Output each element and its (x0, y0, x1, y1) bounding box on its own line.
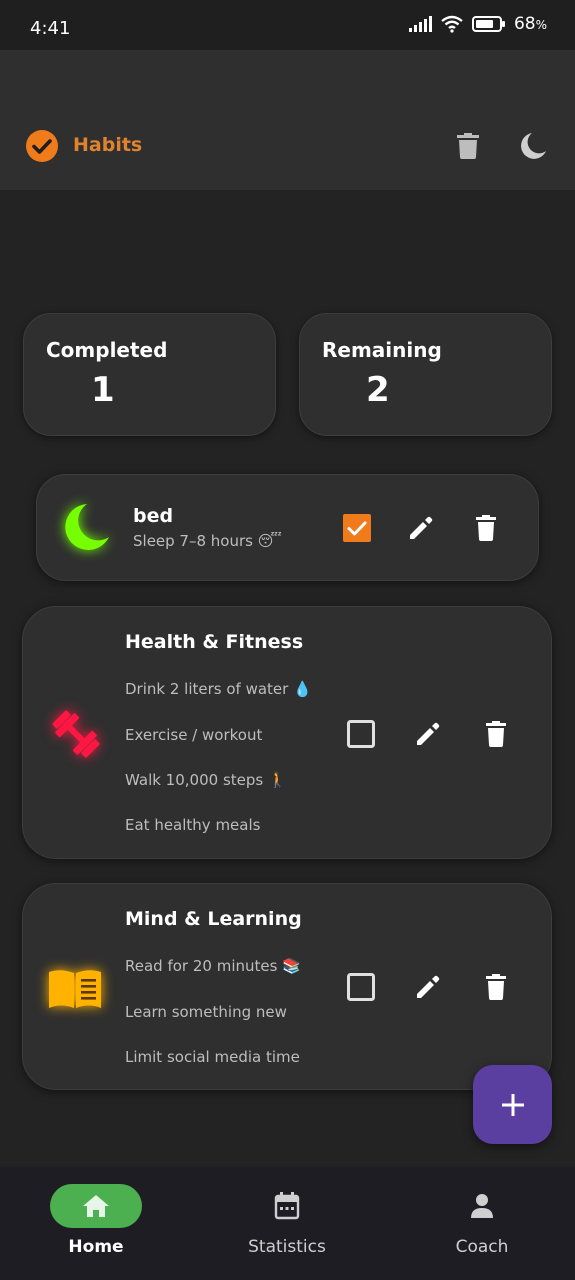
app-title: Habits (73, 134, 143, 156)
theme-toggle-button[interactable] (513, 126, 553, 166)
habit-checkbox[interactable] (339, 965, 383, 1009)
moon-icon (521, 133, 546, 159)
nav-coach-label: Coach (455, 1237, 509, 1257)
pencil-icon (417, 975, 440, 998)
habit-item: Learn something new (125, 1003, 287, 1021)
battery-icon (471, 16, 505, 32)
habit-item: Walk 10,000 steps 🚶 (125, 771, 287, 789)
dumbbell-icon (52, 710, 100, 758)
status-icons: 68% (408, 14, 547, 34)
habit-title: Health & Fitness (125, 631, 304, 653)
trash-icon (486, 974, 506, 1000)
delete-button[interactable] (464, 506, 508, 550)
checkbox-unchecked-icon (347, 720, 375, 748)
delete-all-button[interactable] (448, 126, 488, 166)
add-habit-button[interactable] (473, 1065, 552, 1144)
wifi-icon (441, 15, 463, 33)
person-icon (471, 1194, 493, 1218)
delete-button[interactable] (474, 965, 518, 1009)
habit-checkbox[interactable] (335, 506, 379, 550)
checkbox-checked-icon (343, 514, 371, 542)
habit-card-mind-learning[interactable]: Mind & Learning Read for 20 minutes 📚 Le… (22, 883, 552, 1090)
habit-card-bed[interactable]: bed Sleep 7–8 hours 😴 (36, 474, 539, 581)
nav-home-label: Home (68, 1237, 124, 1257)
habit-item: Sleep 7–8 hours 😴 (133, 532, 282, 550)
book-icon (49, 970, 101, 1008)
nav-statistics[interactable]: Statistics (191, 1167, 383, 1280)
trash-icon (476, 515, 496, 541)
check-circle-icon (26, 130, 58, 162)
trash-icon (486, 721, 506, 747)
completed-label: Completed (46, 338, 168, 362)
habit-item: Drink 2 liters of water 💧 (125, 680, 312, 698)
nav-coach[interactable]: Coach (386, 1167, 575, 1280)
pencil-icon (417, 722, 440, 745)
habit-item: Eat healthy meals (125, 816, 261, 834)
edit-button[interactable] (399, 506, 443, 550)
trash-icon (457, 133, 479, 159)
battery-level: 68% (513, 14, 547, 34)
bottom-nav: Home Statistics Coach (0, 1167, 575, 1280)
habit-checkbox[interactable] (339, 712, 383, 756)
habit-title: Mind & Learning (125, 908, 302, 930)
habit-card-health-fitness[interactable]: Health & Fitness Drink 2 liters of water… (22, 606, 552, 859)
nav-statistics-indicator (241, 1184, 333, 1228)
remaining-card: Remaining 2 (299, 313, 552, 436)
nav-home-indicator (50, 1184, 142, 1228)
status-time: 4:41 (30, 18, 71, 39)
remaining-value: 2 (366, 370, 390, 410)
pencil-icon (410, 516, 433, 539)
nav-statistics-label: Statistics (248, 1237, 326, 1257)
completed-card: Completed 1 (23, 313, 276, 436)
edit-button[interactable] (406, 712, 450, 756)
edit-button[interactable] (406, 965, 450, 1009)
home-icon (83, 1195, 109, 1217)
habit-item: Read for 20 minutes 📚 (125, 957, 301, 975)
nav-home[interactable]: Home (0, 1167, 192, 1280)
signal-icon (408, 16, 432, 32)
status-bar: 4:41 68% (0, 0, 575, 50)
habit-item: Exercise / workout (125, 726, 263, 744)
completed-value: 1 (91, 370, 115, 410)
app-bar: Habits (0, 50, 575, 190)
delete-button[interactable] (474, 712, 518, 756)
moon-icon (65, 504, 109, 550)
checkbox-unchecked-icon (347, 973, 375, 1001)
plus-icon (501, 1093, 524, 1116)
remaining-label: Remaining (322, 338, 442, 362)
habit-title: bed (133, 505, 174, 527)
habit-item: Limit social media time (125, 1048, 300, 1066)
calendar-icon (274, 1192, 300, 1220)
nav-coach-indicator (436, 1184, 528, 1228)
